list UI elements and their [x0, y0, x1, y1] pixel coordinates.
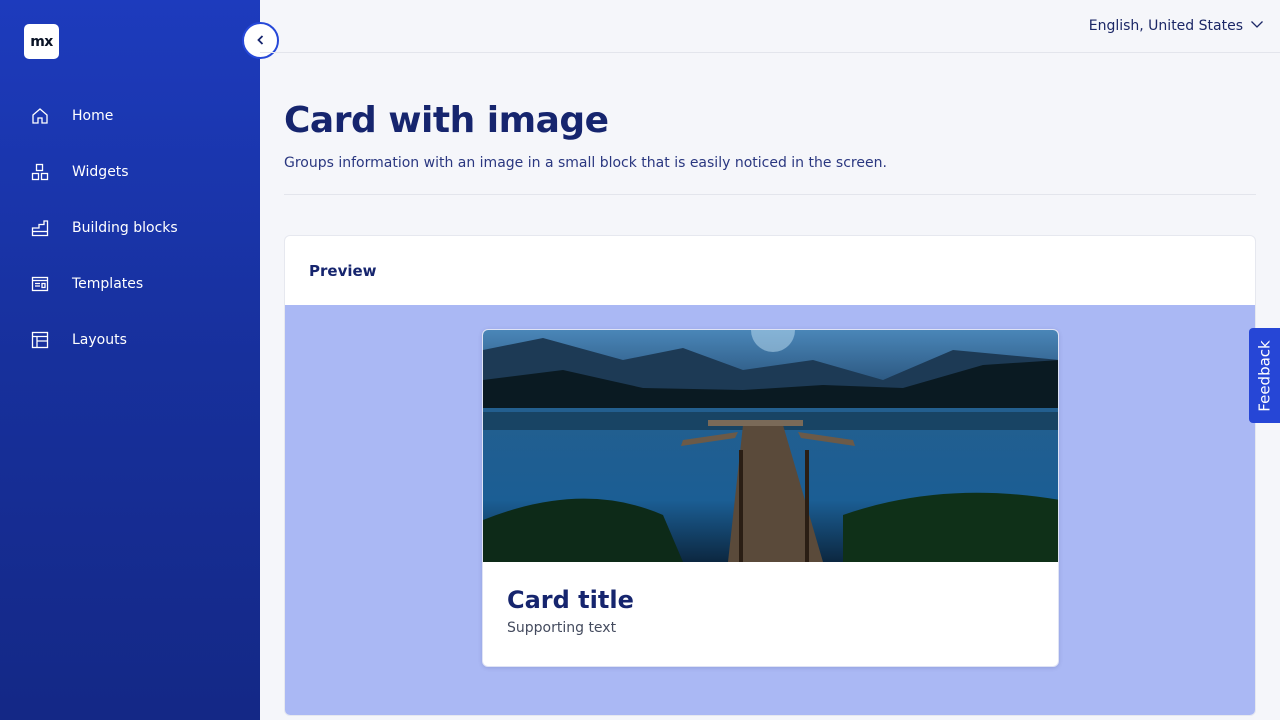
- widgets-icon: [30, 162, 50, 182]
- card-title: Card title: [507, 586, 634, 614]
- sidebar-item-label: Layouts: [72, 332, 127, 348]
- sidebar-item-templates[interactable]: Templates: [0, 256, 260, 312]
- sidebar-nav: Home Widgets Building blocks Templates L…: [0, 88, 260, 368]
- top-bar: English, United States: [260, 0, 1280, 53]
- sidebar-item-home[interactable]: Home: [0, 88, 260, 144]
- layouts-icon: [30, 330, 50, 350]
- divider: [284, 194, 1256, 195]
- preview-header: Preview: [285, 236, 1255, 305]
- sidebar: mx Home Widgets Building blocks Template…: [0, 0, 260, 720]
- feedback-label: Feedback: [1255, 339, 1274, 412]
- page-title: Card with image: [284, 100, 609, 141]
- card-image: [483, 330, 1058, 562]
- home-icon: [30, 106, 50, 126]
- mx-logo[interactable]: mx: [24, 24, 59, 59]
- preview-heading: Preview: [309, 261, 377, 280]
- language-selector[interactable]: English, United States: [1089, 16, 1264, 35]
- chevron-down-icon: [1250, 16, 1264, 35]
- sidebar-item-building-blocks[interactable]: Building blocks: [0, 200, 260, 256]
- card-supporting-text: Supporting text: [507, 620, 617, 636]
- sidebar-item-widgets[interactable]: Widgets: [0, 144, 260, 200]
- feedback-button[interactable]: Feedback: [1249, 328, 1280, 423]
- sidebar-item-layouts[interactable]: Layouts: [0, 312, 260, 368]
- sidebar-item-label: Building blocks: [72, 220, 178, 236]
- sidebar-item-label: Templates: [72, 276, 144, 292]
- page-subtitle: Groups information with an image in a sm…: [284, 155, 887, 171]
- templates-icon: [30, 274, 50, 294]
- preview-area: Card title Supporting text: [285, 305, 1255, 715]
- preview-panel: Preview Card title Supporting text: [284, 235, 1256, 716]
- building-blocks-icon: [30, 218, 50, 238]
- image-card: Card title Supporting text: [482, 329, 1059, 667]
- sidebar-item-label: Widgets: [72, 164, 129, 180]
- language-label: English, United States: [1088, 17, 1243, 34]
- sidebar-item-label: Home: [72, 108, 114, 124]
